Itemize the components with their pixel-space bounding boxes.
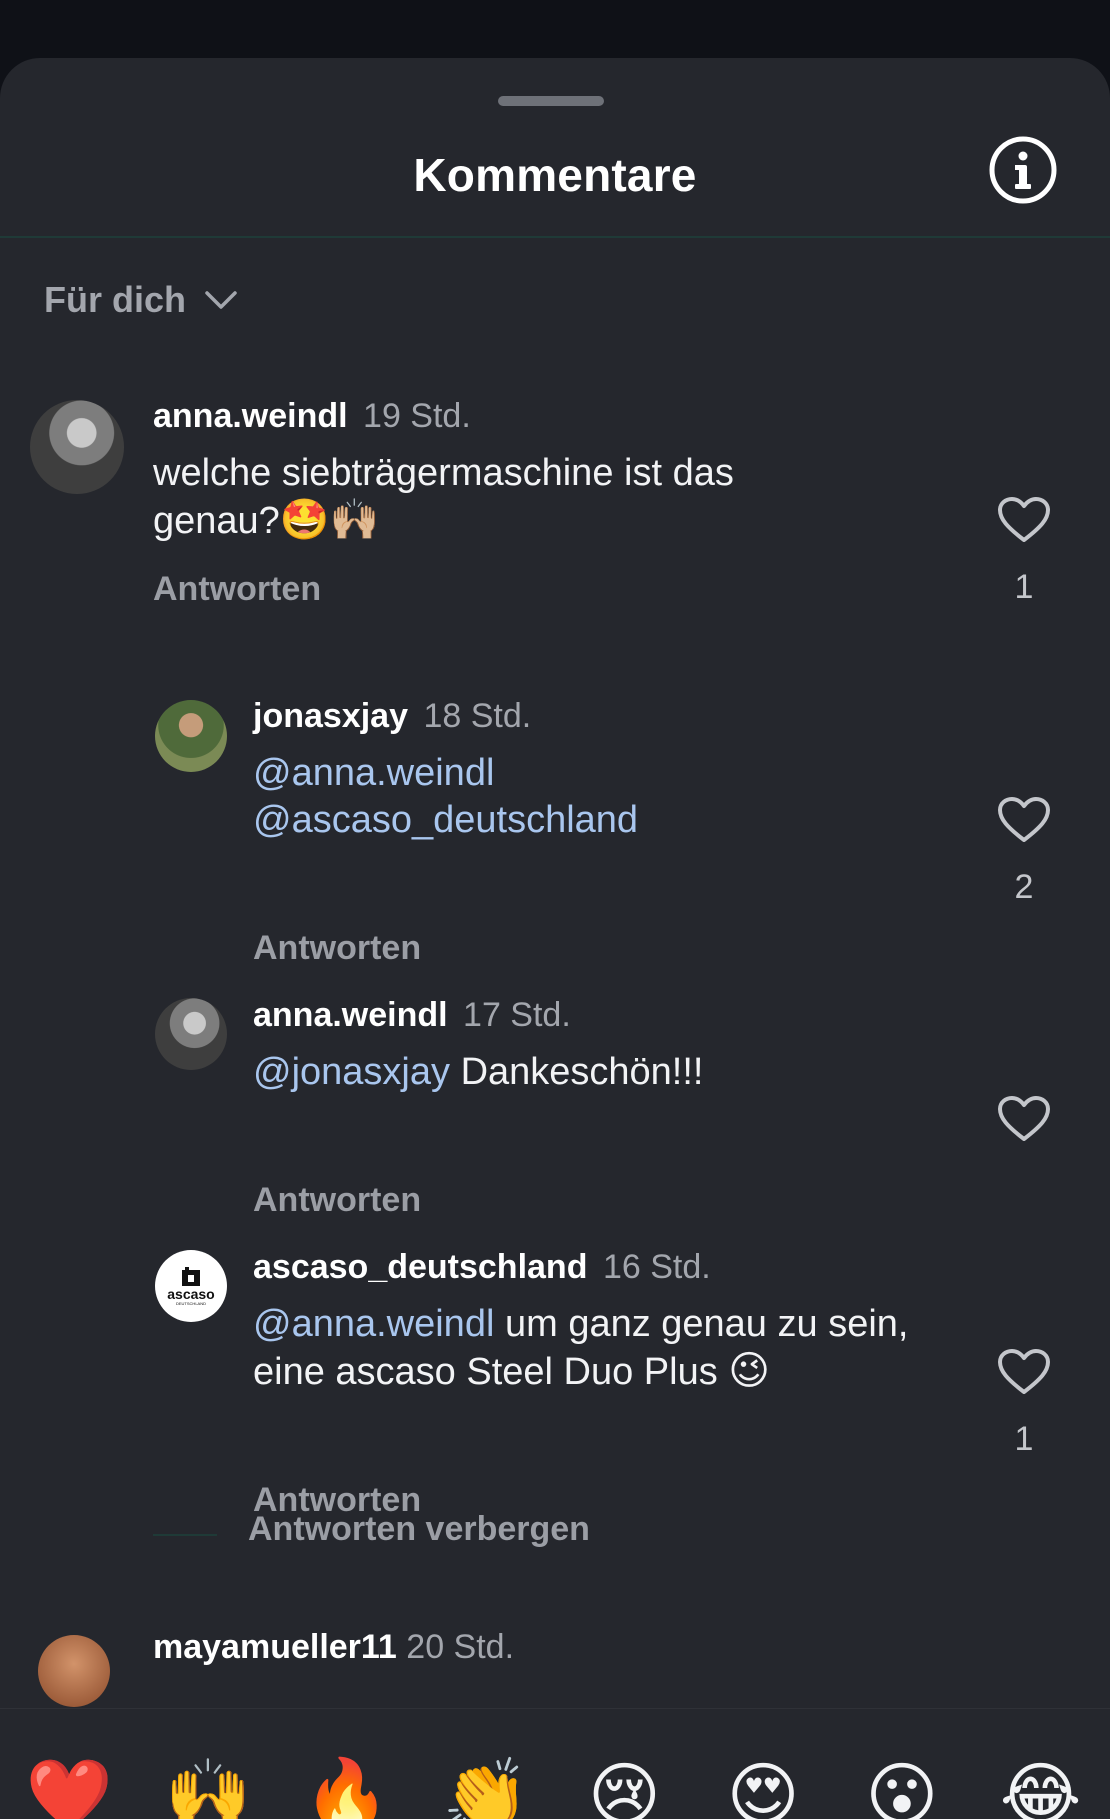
drag-handle[interactable] xyxy=(498,96,604,106)
logo-subtext: DEUTSCHLAND xyxy=(175,1300,206,1306)
logo-text: ascaso xyxy=(167,1285,215,1302)
reply-button[interactable]: Antworten xyxy=(153,570,321,609)
emoji-crying[interactable]: 😢 xyxy=(576,1747,672,1819)
comment-header: anna.weindl 19 Std. xyxy=(153,397,471,436)
comment-header: jonasxjay 18 Std. xyxy=(253,697,531,736)
emoji-raised-hands[interactable]: 🙌 xyxy=(160,1747,256,1819)
info-icon[interactable] xyxy=(988,135,1058,205)
comment-header: mayamueller11 20 Std. xyxy=(153,1628,514,1667)
emoji-row: ❤️ 🙌 🔥 👏 😢 😍 😮 😂 xyxy=(0,1747,1110,1819)
reply-button[interactable]: Antworten xyxy=(253,1181,421,1220)
emoji-heart-eyes[interactable]: 😍 xyxy=(715,1747,811,1819)
like-count: 2 xyxy=(1014,868,1034,906)
mention-link[interactable]: @anna.weindl xyxy=(253,752,494,794)
comment-text: @anna.weindl @ascaso_deutschland xyxy=(253,750,953,844)
comment-username[interactable]: anna.weindl xyxy=(253,996,448,1034)
comment-timestamp: 19 Std. xyxy=(363,397,471,435)
emoji-reaction-bar: ❤️ 🙌 🔥 👏 😢 😍 😮 😂 xyxy=(0,1708,1110,1819)
comments-sheet: Kommentare Für dich anna.weindl 19 Std. … xyxy=(0,58,1110,1819)
comment-emoji: 🤩🙌🏼 xyxy=(279,498,380,542)
emoji-clapping[interactable]: 👏 xyxy=(438,1747,534,1819)
sort-filter-dropdown[interactable]: Für dich xyxy=(44,270,238,330)
avatar[interactable] xyxy=(155,700,227,772)
brand-logo-avatar[interactable]: ascaso DEUTSCHLAND xyxy=(155,1250,227,1322)
comment-timestamp: 18 Std. xyxy=(423,697,532,735)
comment-timestamp: 17 Std. xyxy=(463,996,571,1034)
sort-filter-label: Für dich xyxy=(44,279,186,320)
comment-body: Dankeschön!!! xyxy=(460,1051,704,1093)
reply-button[interactable]: Antworten xyxy=(253,929,421,968)
chevron-down-icon xyxy=(205,291,237,309)
hide-replies-button[interactable]: Antworten verbergen xyxy=(248,1510,590,1549)
emoji-heart[interactable]: ❤️ xyxy=(21,1747,117,1819)
avatar[interactable] xyxy=(155,998,227,1070)
comment-text: welche siebträgermaschine ist das genau?… xyxy=(153,450,853,545)
comment-username[interactable]: mayamueller11 xyxy=(153,1628,397,1666)
avatar[interactable] xyxy=(30,400,124,494)
comment-header: anna.weindl 17 Std. xyxy=(253,996,571,1035)
comment-username[interactable]: ascaso_deutschland xyxy=(253,1248,587,1286)
emoji-laughing[interactable]: 😂 xyxy=(993,1747,1089,1819)
emoji-surprised[interactable]: 😮 xyxy=(854,1747,950,1819)
header-divider xyxy=(0,236,1110,238)
emoji-fire[interactable]: 🔥 xyxy=(299,1747,395,1819)
page-title: Kommentare xyxy=(413,149,697,201)
mention-link[interactable]: @anna.weindl xyxy=(253,1303,494,1345)
hide-replies-divider xyxy=(153,1534,217,1536)
comment-text: @jonasxjay Dankeschön!!! xyxy=(253,1049,973,1096)
comment-header: ascaso_deutschland 16 Std. xyxy=(253,1248,711,1287)
like-count: 1 xyxy=(1014,568,1034,606)
heart-icon[interactable] xyxy=(997,1348,1051,1396)
comment-timestamp: 20 Std. xyxy=(406,1628,515,1666)
heart-icon[interactable] xyxy=(997,1095,1051,1143)
avatar[interactable] xyxy=(38,1635,110,1707)
comment-username[interactable]: anna.weindl xyxy=(153,397,348,435)
comment-timestamp: 16 Std. xyxy=(602,1248,711,1286)
mention-link[interactable]: @ascaso_deutschland xyxy=(253,799,638,841)
heart-icon[interactable] xyxy=(997,796,1051,844)
comment-emoji: 😉 xyxy=(728,1349,770,1393)
mention-link[interactable]: @jonasxjay xyxy=(253,1051,450,1093)
comment-text: @anna.weindl um ganz genau zu sein, eine… xyxy=(253,1301,973,1396)
comment-body: welche siebträgermaschine ist das genau? xyxy=(153,452,734,542)
like-count: 1 xyxy=(1014,1420,1034,1458)
comment-username[interactable]: jonasxjay xyxy=(253,697,408,735)
heart-icon[interactable] xyxy=(997,496,1051,544)
ascaso-logo-icon xyxy=(182,1266,200,1286)
